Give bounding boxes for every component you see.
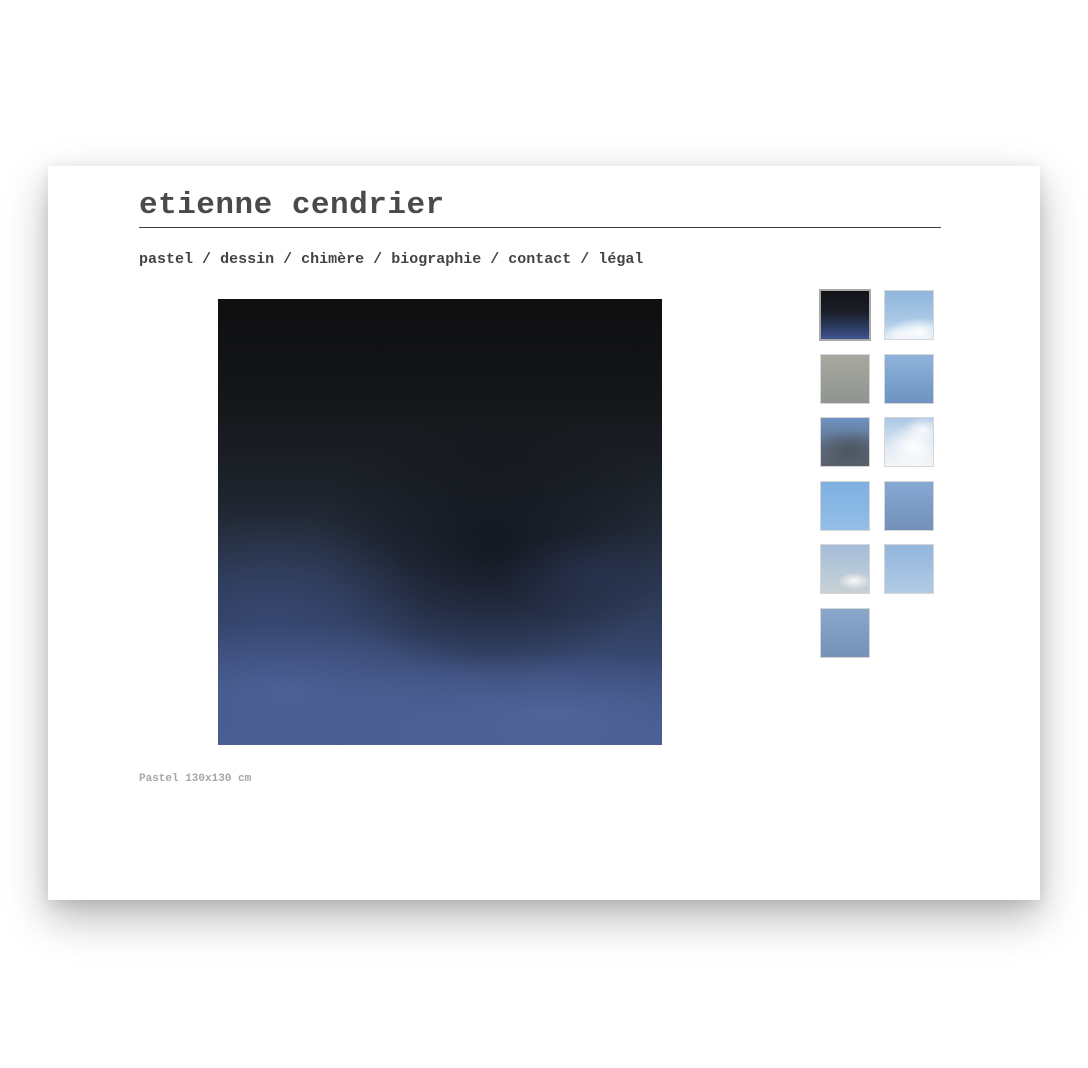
nav-item-pastel[interactable]: pastel	[139, 251, 193, 268]
nav-item-legal[interactable]: légal	[598, 251, 643, 268]
nav-separator: /	[202, 251, 212, 268]
main-artwork-image	[218, 299, 662, 745]
thumbnail-9[interactable]	[820, 544, 870, 594]
thumbnail-3[interactable]	[820, 354, 870, 404]
thumbnail-5[interactable]	[820, 417, 870, 467]
nav-separator: /	[490, 251, 500, 268]
thumbnail-11[interactable]	[820, 608, 870, 658]
thumbnail-10[interactable]	[884, 544, 934, 594]
page-card: etienne cendrier pastel / dessin / chimè…	[48, 166, 1040, 900]
title-divider	[139, 227, 941, 228]
thumbnail-1[interactable]	[819, 289, 871, 341]
site-title[interactable]: etienne cendrier	[139, 186, 445, 226]
nav-item-biographie[interactable]: biographie	[391, 251, 481, 268]
thumbnail-7[interactable]	[820, 481, 870, 531]
nav-item-contact[interactable]: contact	[508, 251, 571, 268]
thumbnail-8[interactable]	[884, 481, 934, 531]
thumbnail-4[interactable]	[884, 354, 934, 404]
main-nav: pastel / dessin / chimère / biographie /…	[139, 250, 643, 270]
thumbnail-6[interactable]	[884, 417, 934, 467]
artwork-caption: Pastel 130x130 cm	[139, 773, 252, 785]
nav-item-dessin[interactable]: dessin	[220, 251, 274, 268]
thumbnail-2[interactable]	[884, 290, 934, 340]
nav-separator: /	[373, 251, 383, 268]
nav-separator: /	[283, 251, 293, 268]
nav-item-chimere[interactable]: chimère	[301, 251, 364, 268]
nav-separator: /	[580, 251, 590, 268]
page-background: etienne cendrier pastel / dessin / chimè…	[0, 0, 1088, 1068]
